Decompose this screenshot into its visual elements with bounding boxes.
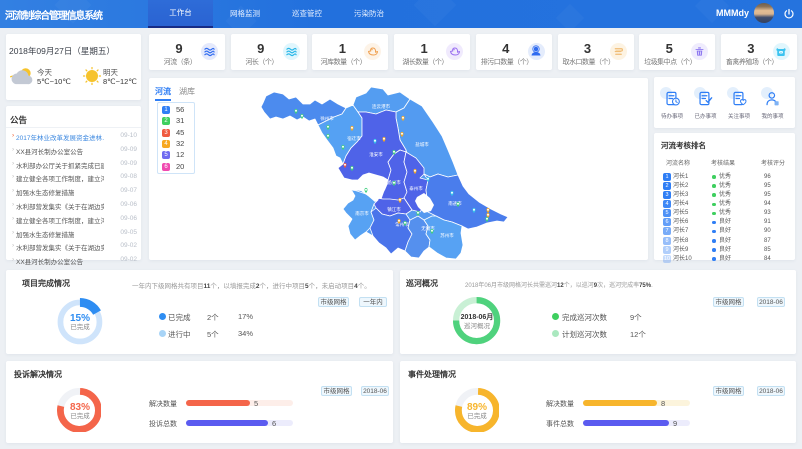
svg-text:苏州市: 苏州市 xyxy=(440,232,454,239)
svg-text:徐州市: 徐州市 xyxy=(320,115,334,122)
svg-text:镇江市: 镇江市 xyxy=(387,206,401,213)
svg-text:常州市: 常州市 xyxy=(395,221,409,228)
svg-text:连云港市: 连云港市 xyxy=(372,103,390,110)
svg-text:南通市: 南通市 xyxy=(448,200,462,207)
svg-text:盐城市: 盐城市 xyxy=(415,141,429,148)
svg-text:泰州市: 泰州市 xyxy=(409,185,423,192)
svg-text:宿迁市: 宿迁市 xyxy=(347,135,361,142)
svg-text:南京市: 南京市 xyxy=(355,210,369,217)
svg-text:淮安市: 淮安市 xyxy=(369,151,383,158)
